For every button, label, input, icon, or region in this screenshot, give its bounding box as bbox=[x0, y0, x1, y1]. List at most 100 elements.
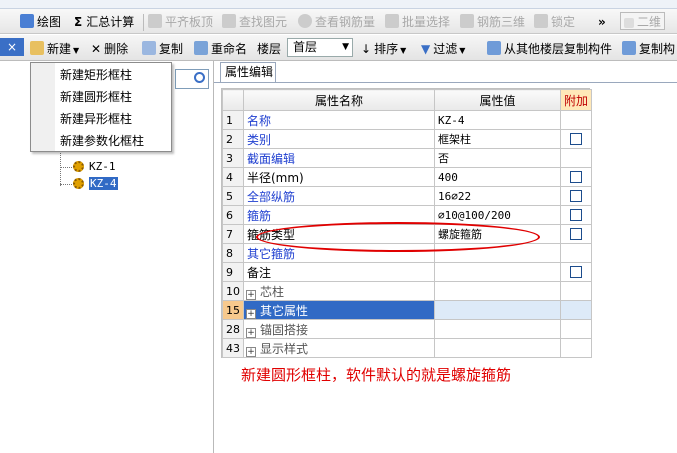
property-name-text: 锚固搭接 bbox=[260, 322, 309, 337]
annotation-note: 新建圆形框柱，软件默认的就是螺旋箍筋 bbox=[241, 366, 512, 384]
property-name-text: 显示样式 bbox=[260, 341, 309, 356]
table-row[interactable]: 2 类别 框架柱 bbox=[222, 129, 592, 149]
expand-plus-icon[interactable]: + bbox=[246, 346, 256, 357]
copy-to-floor-button[interactable]: 复制构 bbox=[622, 40, 675, 58]
row-number: 6 bbox=[222, 205, 244, 225]
close-pane-button[interactable]: × bbox=[0, 38, 24, 56]
property-name-text: 其它箍筋 bbox=[247, 246, 296, 261]
row-number: 43 bbox=[222, 338, 244, 358]
align-icon bbox=[148, 14, 162, 28]
expand-plus-icon[interactable]: + bbox=[246, 289, 256, 300]
property-name[interactable]: + 显示样式 bbox=[243, 338, 435, 358]
view-mode-select[interactable]: 二维 bbox=[620, 12, 666, 30]
sort-button[interactable]: ↓ 排序 ▼ bbox=[361, 40, 406, 58]
table-row[interactable]: 9 备注 bbox=[222, 262, 592, 282]
menu-bar bbox=[0, 0, 677, 9]
column-icon bbox=[73, 178, 84, 189]
property-name[interactable]: 截面编辑 bbox=[243, 148, 435, 168]
property-name[interactable]: 名称 bbox=[243, 110, 435, 130]
property-value[interactable] bbox=[434, 262, 561, 282]
sum-button[interactable]: Σ 汇总计算 bbox=[74, 13, 134, 31]
tree-node-selected[interactable]: KZ-4 bbox=[73, 176, 118, 191]
menu-item-new-special-column[interactable]: 新建异形框柱 bbox=[60, 108, 132, 130]
table-row[interactable]: 5 全部纵筋 16⌀22 bbox=[222, 186, 592, 206]
property-value[interactable] bbox=[434, 300, 561, 320]
floor-copy-icon bbox=[487, 41, 501, 55]
toolbar-overflow-button[interactable]: » bbox=[598, 13, 606, 31]
sort-icon: ↓ bbox=[361, 42, 372, 56]
property-name[interactable]: + 芯柱 bbox=[243, 281, 435, 301]
tree-node[interactable]: KZ-1 bbox=[73, 159, 116, 174]
copy-from-floor-button[interactable]: 从其他楼层复制构件 bbox=[487, 40, 612, 58]
property-value[interactable] bbox=[434, 281, 561, 301]
property-value-header: 属性值 bbox=[434, 89, 561, 111]
table-row[interactable]: 10 + 芯柱 bbox=[222, 281, 592, 301]
attach-cell bbox=[560, 110, 592, 130]
copy-button[interactable]: 复制 bbox=[142, 40, 183, 58]
menu-item-new-round-column[interactable]: 新建圆形框柱 bbox=[60, 86, 132, 108]
row-number: 4 bbox=[222, 167, 244, 187]
view-rebar-button[interactable]: 查看钢筋量 bbox=[298, 13, 375, 31]
property-value[interactable]: 框架柱 bbox=[434, 129, 561, 149]
draw-icon bbox=[20, 14, 34, 28]
row-number: 28 bbox=[222, 319, 244, 339]
floor-label: 楼层 bbox=[257, 42, 282, 56]
align-slab-button[interactable]: 平齐板顶 bbox=[148, 13, 213, 31]
attach-checkbox[interactable] bbox=[570, 209, 582, 221]
property-value[interactable]: 400 bbox=[434, 167, 561, 187]
lock-button[interactable]: 锁定 bbox=[534, 13, 575, 31]
floor-copy-icon bbox=[622, 41, 636, 55]
attach-checkbox[interactable] bbox=[570, 133, 582, 145]
rebar-3d-button[interactable]: 钢筋三维 bbox=[460, 13, 525, 31]
tab-property-edit[interactable]: 属性编辑 bbox=[220, 62, 276, 82]
attach-checkbox[interactable] bbox=[570, 228, 582, 240]
property-value[interactable]: 16⌀22 bbox=[434, 186, 561, 206]
copy-icon bbox=[142, 41, 156, 55]
table-row[interactable]: 3 截面编辑 否 bbox=[222, 148, 592, 168]
draw-button[interactable]: 绘图 bbox=[20, 13, 61, 31]
property-name[interactable]: 半径(mm) bbox=[243, 167, 435, 187]
menu-item-new-param-column[interactable]: 新建参数化框柱 bbox=[60, 130, 144, 152]
property-name[interactable]: + 锚固搭接 bbox=[243, 319, 435, 339]
row-number: 2 bbox=[222, 129, 244, 149]
delete-button[interactable]: ✕ 删除 bbox=[91, 40, 128, 58]
attach-cell bbox=[560, 319, 592, 339]
property-value[interactable] bbox=[434, 338, 561, 358]
property-value[interactable] bbox=[434, 319, 561, 339]
property-name[interactable]: 类别 bbox=[243, 129, 435, 149]
property-name-text: 箍筋 bbox=[247, 208, 272, 223]
property-name[interactable]: 备注 bbox=[243, 262, 435, 282]
tree-connector bbox=[60, 184, 72, 185]
menu-gutter bbox=[31, 63, 55, 151]
batch-select-button[interactable]: 批量选择 bbox=[385, 13, 450, 31]
table-row[interactable]: 1 名称 KZ-4 bbox=[222, 110, 592, 130]
property-value[interactable]: ⌀10@100/200 bbox=[434, 205, 561, 225]
search-box[interactable] bbox=[175, 69, 209, 89]
filter-button[interactable]: ▼ 过滤 ▼ bbox=[421, 40, 465, 58]
new-button[interactable]: 新建 ▼ bbox=[30, 40, 79, 58]
table-row[interactable]: 43 + 显示样式 bbox=[222, 338, 592, 358]
expand-plus-icon[interactable]: + bbox=[246, 308, 256, 319]
table-row[interactable]: 15 + 其它属性 bbox=[222, 300, 592, 320]
table-row[interactable]: 28 + 锚固搭接 bbox=[222, 319, 592, 339]
expand-plus-icon[interactable]: + bbox=[246, 327, 256, 338]
property-name-text: 半径(mm) bbox=[247, 170, 304, 185]
menu-item-new-rect-column[interactable]: 新建矩形框柱 bbox=[60, 64, 132, 86]
table-row[interactable]: 4 半径(mm) 400 bbox=[222, 167, 592, 187]
property-value[interactable]: 否 bbox=[434, 148, 561, 168]
attach-checkbox[interactable] bbox=[570, 266, 582, 278]
attach-checkbox[interactable] bbox=[570, 190, 582, 202]
find-element-button[interactable]: 查找图元 bbox=[222, 13, 287, 31]
row-number: 9 bbox=[222, 262, 244, 282]
floor-select[interactable]: 首层 ▼ bbox=[287, 38, 353, 57]
property-value[interactable]: KZ-4 bbox=[434, 110, 561, 130]
property-name[interactable]: + 其它属性 bbox=[243, 300, 435, 320]
tree-connector bbox=[60, 150, 61, 186]
row-number: 15 bbox=[222, 300, 244, 320]
attach-cell bbox=[560, 205, 592, 225]
attach-checkbox[interactable] bbox=[570, 171, 582, 183]
property-name[interactable]: 全部纵筋 bbox=[243, 186, 435, 206]
chevron-down-icon: ▼ bbox=[73, 46, 80, 55]
rename-button[interactable]: 重命名 bbox=[194, 40, 247, 58]
search-icon bbox=[194, 72, 205, 83]
